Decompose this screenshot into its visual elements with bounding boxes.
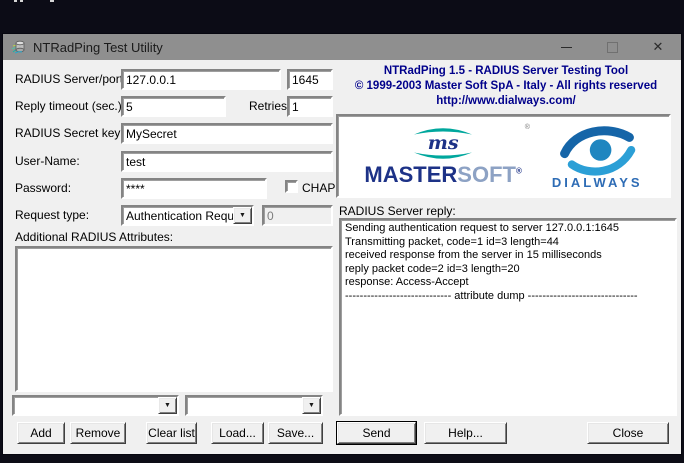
request-type-select[interactable]: Authentication Request ▼ bbox=[121, 205, 254, 226]
server-port-label: RADIUS Server/port: bbox=[15, 72, 126, 86]
request-type-value: Authentication Request bbox=[123, 207, 233, 224]
minimize-button[interactable] bbox=[543, 34, 589, 60]
secret-key-input[interactable] bbox=[121, 123, 333, 144]
mastersoft-swoosh-bottom-icon bbox=[412, 152, 474, 161]
attributes-label: Additional RADIUS Attributes: bbox=[15, 230, 173, 244]
chevron-down-icon[interactable]: ▼ bbox=[302, 397, 321, 414]
mastersoft-word-master: MASTER bbox=[364, 162, 457, 187]
maximize-button[interactable] bbox=[589, 34, 635, 60]
logo-panel: ® ms MASTERSOFT® DIALWAYS bbox=[336, 114, 671, 198]
attribute-name-value bbox=[14, 397, 158, 414]
mastersoft-ms-monogram: ms bbox=[428, 134, 459, 153]
remove-button[interactable]: Remove bbox=[70, 422, 126, 444]
window-controls: ✕ bbox=[543, 34, 681, 60]
app-icon bbox=[11, 39, 27, 55]
reply-line: ----------------------------- attribute … bbox=[345, 290, 671, 304]
dialways-wordmark: DIALWAYS bbox=[552, 175, 643, 190]
attribute-value-combo[interactable]: ▼ bbox=[185, 395, 323, 416]
attribute-name-combo[interactable]: ▼ bbox=[12, 395, 179, 416]
client-area: RADIUS Server/port: Reply timeout (sec.)… bbox=[3, 60, 681, 455]
username-input[interactable] bbox=[121, 151, 333, 172]
retries-label: Retries: bbox=[249, 99, 290, 113]
chap-checkbox[interactable] bbox=[285, 180, 298, 193]
reply-line: Sending authentication request to server… bbox=[345, 222, 671, 236]
window-title: NTRadPing Test Utility bbox=[33, 40, 543, 55]
close-button[interactable]: ✕ bbox=[635, 34, 681, 60]
save-button[interactable]: Save... bbox=[268, 422, 323, 444]
minimize-icon bbox=[561, 47, 572, 48]
send-button[interactable]: Send bbox=[337, 422, 416, 444]
maximize-icon bbox=[607, 42, 618, 53]
server-input[interactable] bbox=[121, 69, 281, 90]
dialways-eye-icon bbox=[553, 123, 641, 177]
ntradping-window: NTRadPing Test Utility ✕ RADIUS Server/p… bbox=[2, 33, 682, 455]
reply-timeout-label: Reply timeout (sec.): bbox=[15, 99, 125, 113]
help-button[interactable]: Help... bbox=[424, 422, 507, 444]
chevron-down-icon[interactable]: ▼ bbox=[158, 397, 177, 414]
titlebar[interactable]: NTRadPing Test Utility ✕ bbox=[3, 34, 681, 60]
console-output: Radius server listening on port 1645 Acc… bbox=[0, 0, 684, 33]
reply-line: received response from the server in 15 … bbox=[345, 249, 671, 263]
dialways-logo: DIALWAYS bbox=[552, 123, 643, 190]
timeout-input[interactable] bbox=[121, 96, 226, 117]
mastersoft-wordmark: MASTERSOFT® bbox=[364, 164, 521, 186]
server-reply-box[interactable]: Sending authentication request to server… bbox=[339, 218, 677, 416]
username-label: User-Name: bbox=[15, 154, 80, 168]
secret-key-label: RADIUS Secret key: bbox=[15, 126, 124, 140]
mastersoft-word-soft: SOFT bbox=[457, 162, 516, 187]
reply-line: Transmitting packet, code=1 id=3 length=… bbox=[345, 236, 671, 250]
website-line: http://www.dialways.com/ bbox=[335, 94, 677, 109]
load-button[interactable]: Load... bbox=[211, 422, 264, 444]
add-button[interactable]: Add bbox=[17, 422, 65, 444]
clear-list-button[interactable]: Clear list bbox=[146, 422, 197, 444]
reply-line: response: Access-Accept bbox=[345, 276, 671, 290]
app-title-line: NTRadPing 1.5 - RADIUS Server Testing To… bbox=[335, 64, 677, 79]
request-type-label: Request type: bbox=[15, 208, 89, 222]
reply-line: reply packet code=2 id=3 length=20 bbox=[345, 263, 671, 277]
port-input[interactable] bbox=[287, 69, 333, 90]
copyright-line: © 1999-2003 Master Soft SpA - Italy - Al… bbox=[335, 79, 677, 94]
mastersoft-logo: ® ms MASTERSOFT® bbox=[364, 126, 521, 186]
retries-input[interactable] bbox=[287, 96, 333, 117]
attribute-value-value bbox=[187, 397, 302, 414]
password-label: Password: bbox=[15, 181, 71, 195]
request-type-extra-input bbox=[262, 205, 333, 226]
chap-label: CHAP bbox=[302, 181, 335, 195]
password-input[interactable] bbox=[121, 178, 267, 199]
close-window-button[interactable]: Close bbox=[587, 422, 669, 444]
chevron-down-icon[interactable]: ▼ bbox=[233, 207, 252, 224]
registered-mark-icon: ® bbox=[516, 167, 522, 176]
attributes-listbox[interactable] bbox=[15, 246, 333, 392]
app-header-text: NTRadPing 1.5 - RADIUS Server Testing To… bbox=[335, 64, 677, 109]
registered-mark-icon: ® bbox=[525, 124, 530, 131]
server-reply-label: RADIUS Server reply: bbox=[339, 204, 456, 218]
